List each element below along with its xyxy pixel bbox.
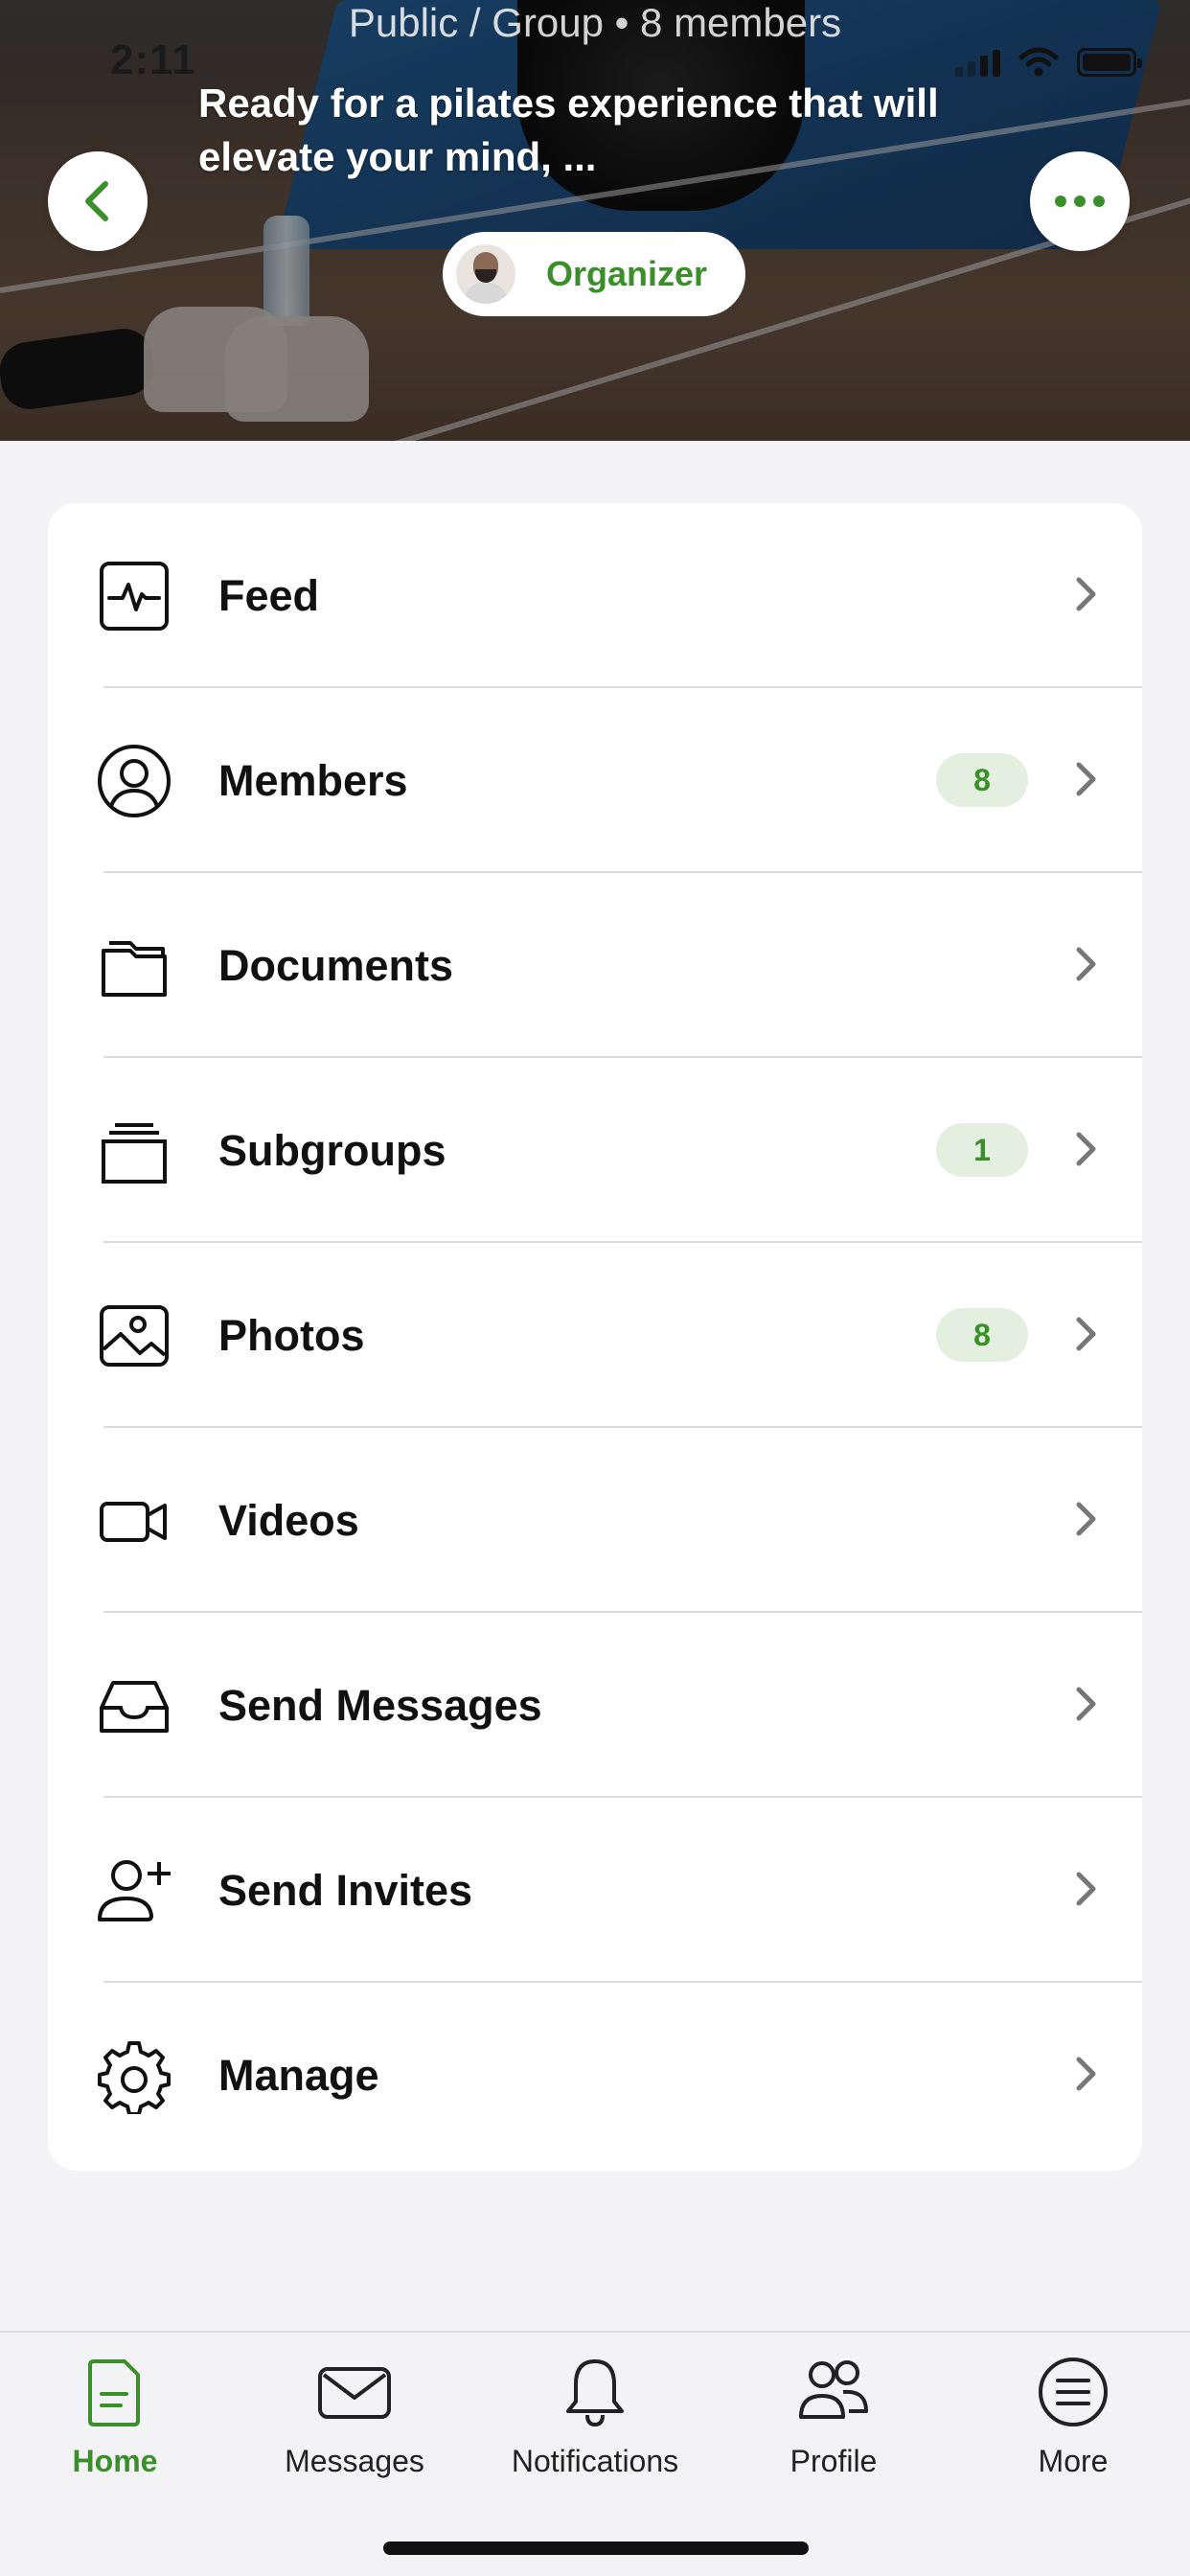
home-indicator[interactable] bbox=[383, 2542, 809, 2555]
tab-label: Home bbox=[72, 2444, 158, 2478]
cellular-signal-icon bbox=[955, 48, 1000, 77]
group-screen: Public / Group • 8 members 2:11 Ready fo… bbox=[0, 0, 1190, 2576]
menu-item-send-invites[interactable]: Send Invites bbox=[48, 1798, 1142, 1983]
bell-icon bbox=[566, 2359, 624, 2427]
menu-item-photos[interactable]: Photos 8 bbox=[48, 1243, 1142, 1428]
menu-item-label: Feed bbox=[218, 570, 320, 620]
menu-item-label: Subgroups bbox=[218, 1125, 446, 1175]
chevron-right-icon bbox=[1076, 1687, 1096, 1721]
organizer-button[interactable]: Organizer bbox=[443, 232, 745, 316]
tab-label: Profile bbox=[790, 2444, 878, 2478]
people-icon bbox=[799, 2360, 868, 2419]
count-badge: 8 bbox=[936, 753, 1028, 807]
envelope-icon bbox=[318, 2367, 391, 2419]
menu-item-label: Send Invites bbox=[218, 1865, 473, 1915]
wifi-icon bbox=[1018, 47, 1059, 77]
count-badge: 8 bbox=[936, 1308, 1028, 1362]
menu-item-send-messages[interactable]: Send Messages bbox=[48, 1613, 1142, 1798]
video-camera-icon bbox=[100, 1502, 167, 1542]
tab-notifications[interactable]: Notifications bbox=[490, 2354, 700, 2497]
menu-item-manage[interactable]: Manage bbox=[48, 1983, 1142, 2168]
chevron-left-icon bbox=[85, 181, 108, 221]
menu-item-videos[interactable]: Videos bbox=[48, 1428, 1142, 1613]
home-document-icon bbox=[88, 2359, 140, 2426]
menu-item-label: Members bbox=[218, 755, 408, 805]
chevron-right-icon bbox=[1076, 947, 1096, 981]
chevron-right-icon bbox=[1076, 762, 1096, 796]
tab-messages[interactable]: Messages bbox=[249, 2354, 460, 2497]
group-menu: Feed Members 8 Documents Subgroups 1 Pho… bbox=[48, 503, 1142, 2171]
status-time: 2:11 bbox=[110, 36, 196, 83]
user-plus-icon bbox=[98, 1860, 171, 1921]
stack-icon bbox=[102, 1123, 167, 1184]
tab-profile[interactable]: Profile bbox=[728, 2354, 939, 2497]
menu-item-label: Send Messages bbox=[218, 1680, 542, 1730]
chevron-right-icon bbox=[1076, 1502, 1096, 1536]
organizer-label: Organizer bbox=[546, 254, 708, 293]
tab-label: Notifications bbox=[511, 2444, 679, 2478]
status-icons bbox=[955, 46, 1142, 79]
tab-home[interactable]: Home bbox=[10, 2354, 220, 2497]
chevron-right-icon bbox=[1076, 577, 1096, 611]
ellipsis-icon bbox=[1055, 196, 1105, 207]
organizer-avatar bbox=[456, 244, 515, 304]
chevron-right-icon bbox=[1076, 1317, 1096, 1351]
menu-item-subgroups[interactable]: Subgroups 1 bbox=[48, 1058, 1142, 1243]
tab-bar: Home Messages Notifications Profile More bbox=[0, 2331, 1190, 2576]
menu-item-members[interactable]: Members 8 bbox=[48, 688, 1142, 873]
menu-item-label: Documents bbox=[218, 940, 454, 990]
image-icon bbox=[100, 1305, 169, 1367]
count-badge: 1 bbox=[936, 1123, 1028, 1177]
back-button[interactable] bbox=[48, 151, 148, 251]
group-cover-photo: Public / Group • 8 members 2:11 Ready fo… bbox=[0, 0, 1190, 441]
chevron-right-icon bbox=[1076, 1132, 1096, 1166]
menu-item-feed[interactable]: Feed bbox=[48, 503, 1142, 688]
tab-label: Messages bbox=[285, 2444, 424, 2478]
group-description: Ready for a pilates experience that will… bbox=[198, 80, 939, 179]
inbox-icon bbox=[100, 1681, 169, 1733]
menu-item-label: Videos bbox=[218, 1495, 359, 1545]
menu-item-label: Manage bbox=[218, 2050, 379, 2100]
more-options-button[interactable] bbox=[1030, 151, 1130, 251]
menu-item-documents[interactable]: Documents bbox=[48, 873, 1142, 1058]
chevron-right-icon bbox=[1076, 1872, 1096, 1906]
battery-icon bbox=[1077, 48, 1142, 77]
tab-label: More bbox=[1038, 2444, 1109, 2478]
list-circle-icon bbox=[1039, 2358, 1108, 2426]
menu-item-label: Photos bbox=[218, 1310, 365, 1360]
gear-icon bbox=[98, 2041, 171, 2114]
activity-icon bbox=[100, 562, 169, 631]
tab-more[interactable]: More bbox=[968, 2354, 1179, 2497]
folder-icon bbox=[102, 941, 167, 997]
user-circle-icon bbox=[98, 745, 171, 817]
chevron-right-icon bbox=[1076, 2057, 1096, 2091]
